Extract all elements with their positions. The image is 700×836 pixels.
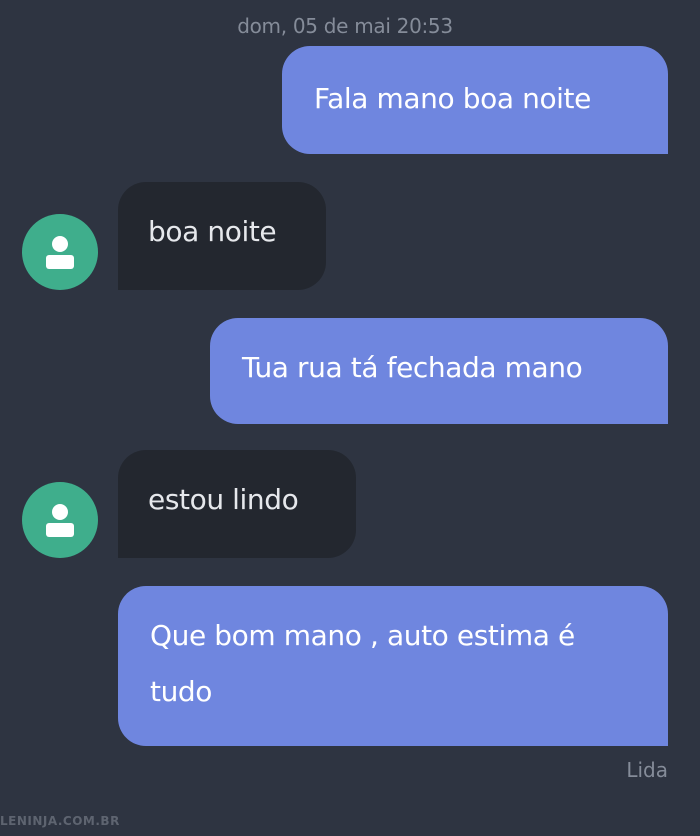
- contact-avatar[interactable]: [22, 482, 98, 558]
- message-text: Tua rua tá fechada mano: [242, 351, 583, 384]
- user-icon: [46, 236, 74, 269]
- read-status: Lida: [626, 758, 668, 782]
- message-received-2[interactable]: estou lindo: [118, 450, 356, 558]
- message-text: estou lindo: [148, 483, 299, 516]
- message-sent-3[interactable]: Que bom mano , auto estima é tudo: [118, 586, 668, 746]
- user-icon: [46, 504, 74, 537]
- message-received-1[interactable]: boa noite: [118, 182, 326, 290]
- watermark: LENINJA.COM.BR: [0, 814, 120, 828]
- contact-avatar[interactable]: [22, 214, 98, 290]
- message-text: boa noite: [148, 215, 277, 248]
- message-sent-2[interactable]: Tua rua tá fechada mano: [210, 318, 668, 424]
- message-text: Fala mano boa noite: [314, 82, 591, 115]
- message-text: Que bom mano , auto estima é tudo: [150, 619, 575, 708]
- message-sent-1[interactable]: Fala mano boa noite: [282, 46, 668, 154]
- chat-timestamp: dom, 05 de mai 20:53: [237, 14, 453, 38]
